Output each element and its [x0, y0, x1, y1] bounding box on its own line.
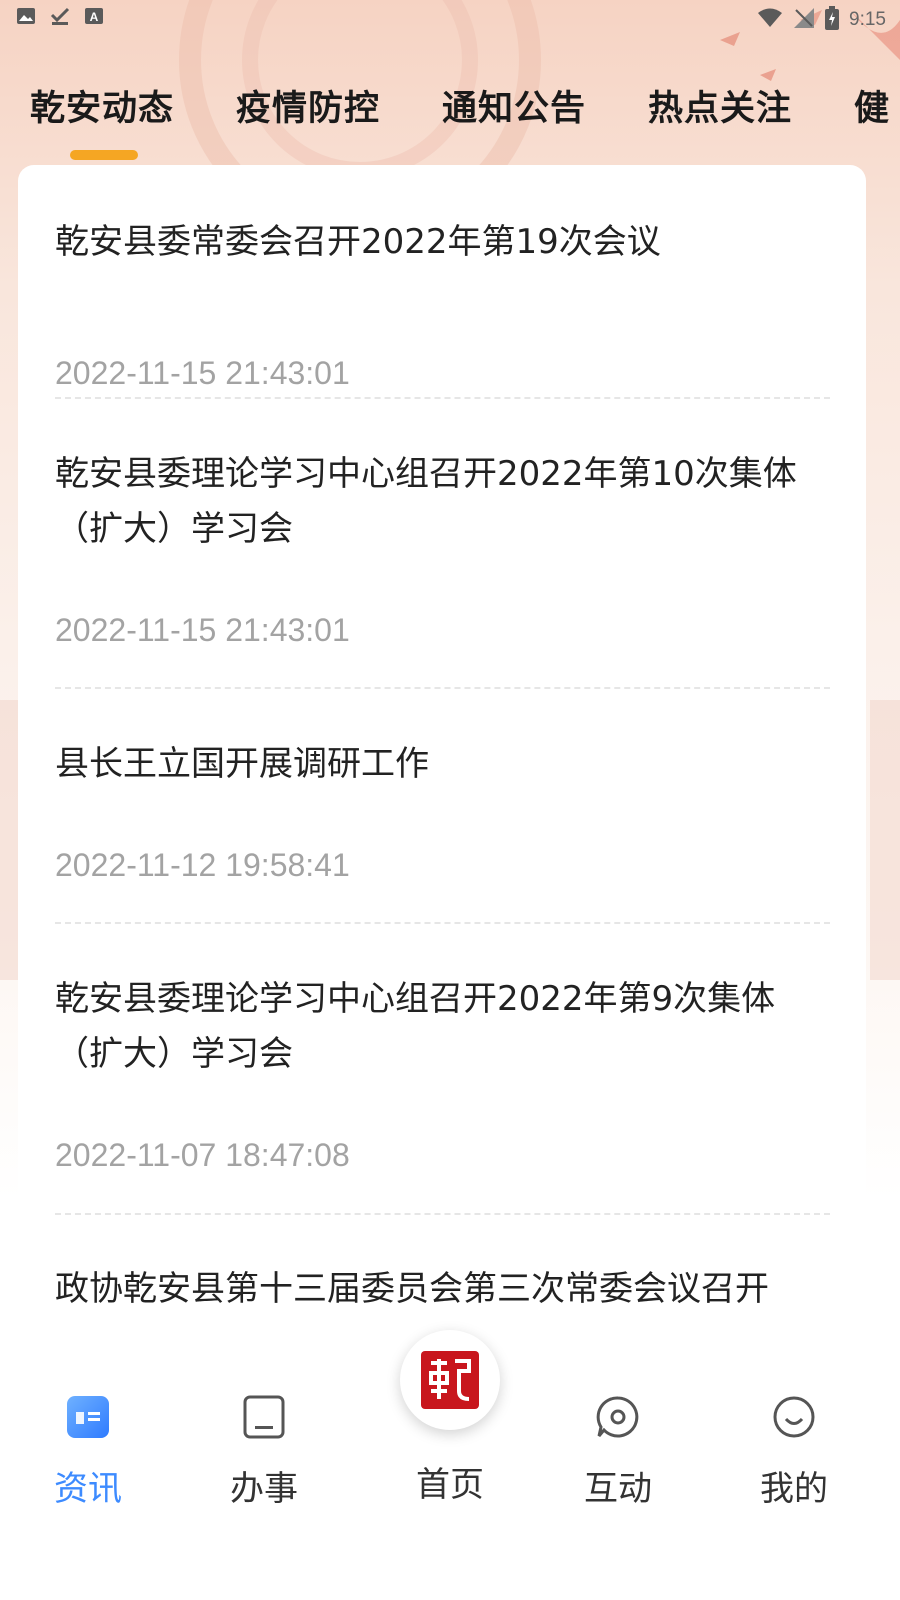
divider — [55, 687, 830, 689]
tab-health[interactable]: 健 — [854, 80, 890, 131]
news-time: 2022-11-12 19:58:41 — [55, 847, 350, 883]
news-item[interactable]: 县长王立国开展调研工作 2022-11-12 19:58:41 — [55, 737, 830, 917]
text-a-icon: A — [84, 6, 104, 26]
bottom-navigation: 资讯 办事 首页 互动 我的 — [0, 1330, 900, 1600]
image-icon — [16, 6, 36, 26]
active-tab-indicator — [70, 150, 138, 160]
wifi-icon — [757, 8, 783, 32]
download-done-icon — [50, 6, 70, 26]
qian-seal-icon — [421, 1351, 479, 1409]
nav-label: 办事 — [230, 1469, 298, 1509]
home-center-button[interactable] — [400, 1330, 500, 1430]
news-icon — [66, 1395, 110, 1439]
divider — [55, 1213, 830, 1215]
divider — [55, 397, 830, 399]
news-title: 县长王立国开展调研工作 — [55, 744, 429, 784]
news-item[interactable]: 乾安县委理论学习中心组召开2022年第10次集体（扩大）学习会 2022-11-… — [55, 447, 830, 687]
category-tabs: 乾安动态 疫情防控 通知公告 热点关注 健 — [0, 72, 900, 162]
tablet-icon — [242, 1395, 286, 1439]
nav-label: 资讯 — [54, 1469, 122, 1509]
tab-epidemic-control[interactable]: 疫情防控 — [236, 80, 380, 131]
news-item[interactable]: 乾安县委常委会召开2022年第19次会议 2022-11-15 21:43:01 — [55, 215, 830, 395]
nav-interaction[interactable]: 互动 — [558, 1395, 678, 1510]
tab-notices[interactable]: 通知公告 — [442, 80, 586, 131]
news-title: 政协乾安县第十三届委员会第三次常委会议召开 — [55, 1269, 769, 1309]
chat-bubble-icon — [596, 1395, 640, 1439]
tab-hot-topics[interactable]: 热点关注 — [648, 80, 792, 131]
nav-home-label[interactable]: 首页 — [380, 1457, 520, 1506]
status-time: 9:15 — [849, 9, 886, 30]
news-list-card: 乾安县委常委会召开2022年第19次会议 2022-11-15 21:43:01… — [18, 165, 866, 1390]
tab-qianan-news[interactable]: 乾安动态 — [30, 80, 174, 131]
news-time: 2022-11-15 21:43:01 — [55, 612, 350, 648]
news-title: 乾安县委理论学习中心组召开2022年第9次集体（扩大）学习会 — [55, 979, 776, 1074]
divider — [55, 922, 830, 924]
svg-text:A: A — [90, 10, 99, 24]
news-title: 乾安县委常委会召开2022年第19次会议 — [55, 222, 661, 262]
nav-label: 互动 — [584, 1469, 652, 1509]
no-signal-icon — [793, 7, 815, 33]
news-time: 2022-11-15 21:43:01 — [55, 355, 350, 391]
nav-services[interactable]: 办事 — [204, 1395, 324, 1510]
smile-icon — [772, 1395, 816, 1439]
news-item[interactable]: 乾安县委理论学习中心组召开2022年第9次集体（扩大）学习会 2022-11-0… — [55, 972, 830, 1212]
news-time: 2022-11-07 18:47:08 — [55, 1137, 350, 1173]
status-bar: A 9:15 — [0, 0, 900, 36]
nav-label: 我的 — [760, 1469, 828, 1509]
nav-news[interactable]: 资讯 — [28, 1395, 148, 1510]
news-title: 乾安县委理论学习中心组召开2022年第10次集体（扩大）学习会 — [55, 454, 797, 549]
battery-charging-icon — [825, 6, 840, 34]
nav-mine[interactable]: 我的 — [734, 1395, 854, 1510]
